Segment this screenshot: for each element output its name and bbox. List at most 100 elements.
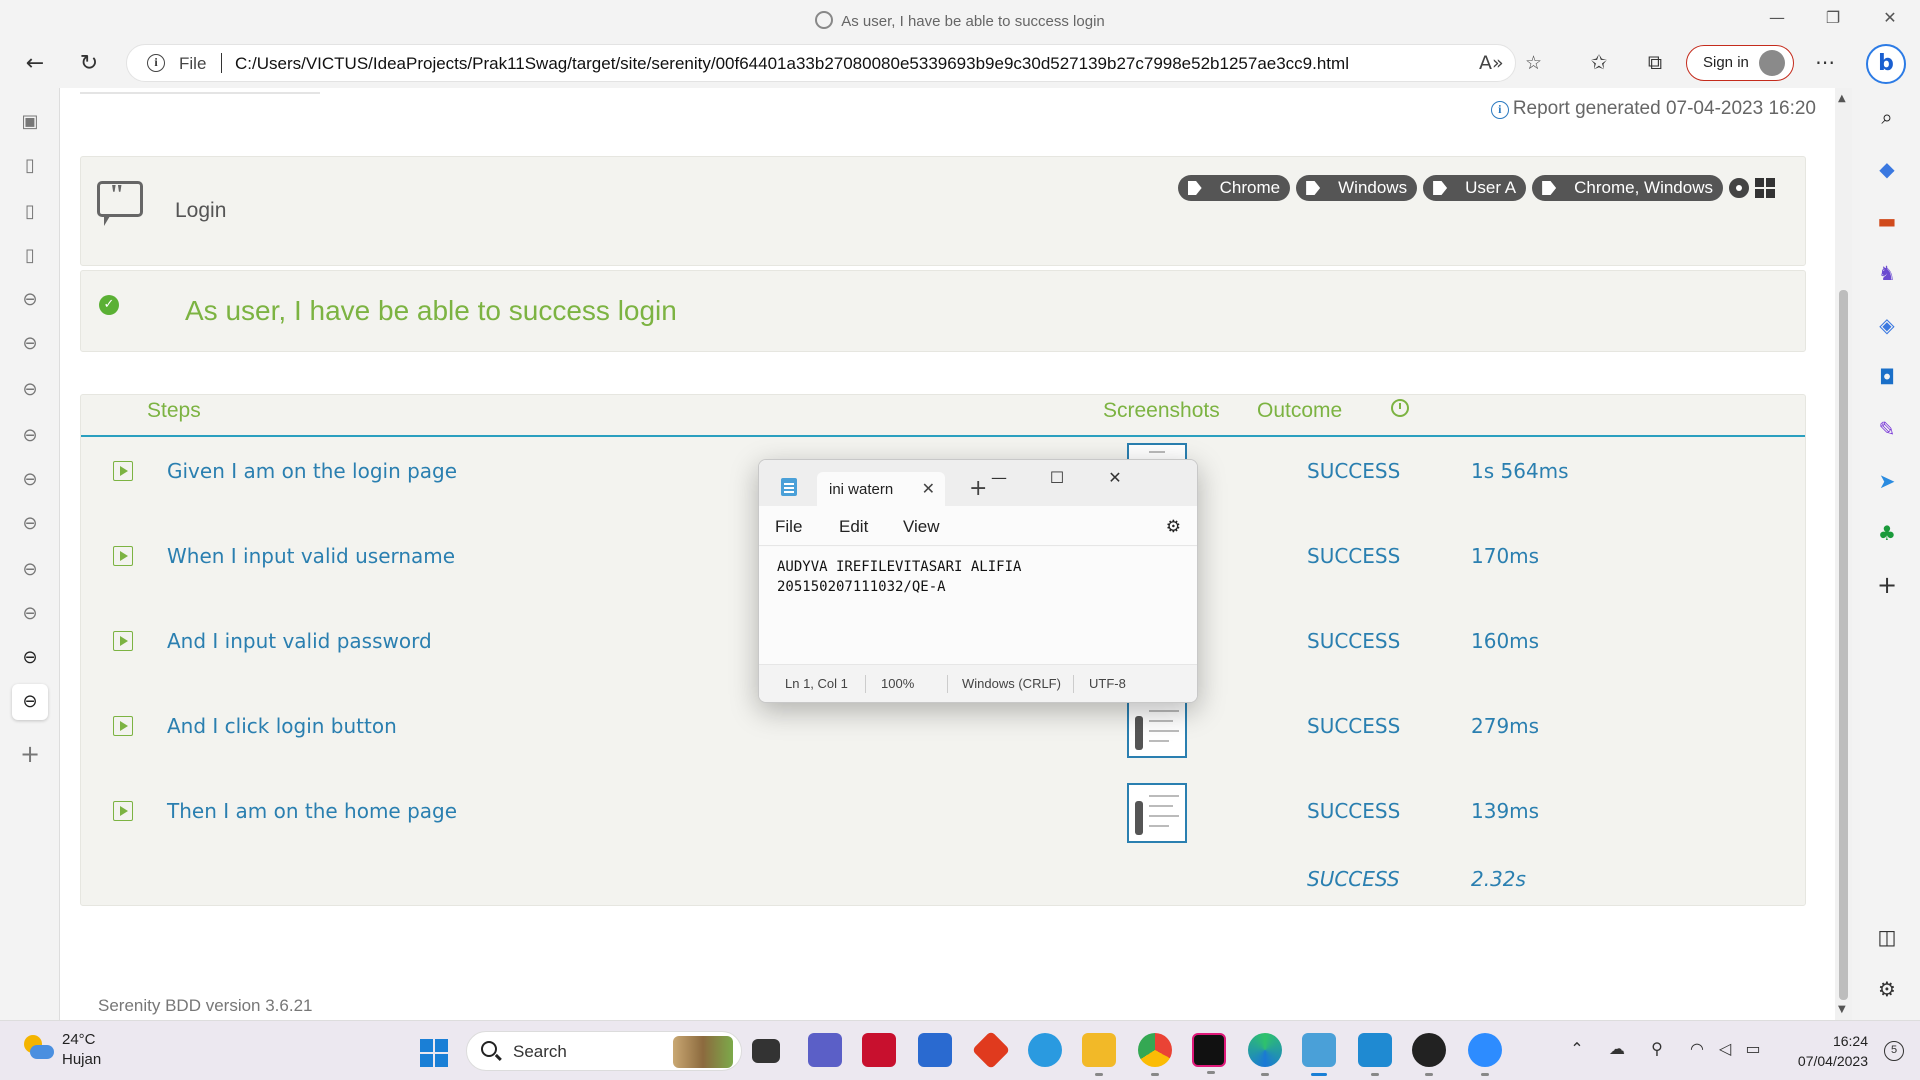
notepad-settings-icon[interactable]: ⚙ [1166,517,1181,537]
send-icon[interactable]: ➤ [1874,468,1900,494]
volume-icon[interactable]: ◁ [1714,1039,1736,1058]
notepad-maximize-button[interactable]: ☐ [1043,468,1071,487]
onedrive-icon[interactable]: ☁ [1606,1039,1628,1058]
read-aloud-icon[interactable]: A» [1479,52,1504,74]
weather-app-icon[interactable] [1028,1033,1062,1067]
edge-taskbar-icon[interactable] [1248,1033,1282,1076]
tab-serenity-icon[interactable]: ⊖ [16,330,44,358]
notification-count[interactable]: 5 [1884,1041,1904,1061]
tab-serenity-icon[interactable]: ⊖ [16,510,44,538]
add-favorite-icon[interactable]: ☆ [1525,52,1542,74]
red-app-icon[interactable] [971,1030,1011,1070]
search-icon[interactable]: ⌕ [1874,104,1900,130]
weather-temperature[interactable]: 24°C [62,1031,96,1048]
battery-icon[interactable]: ▭ [1742,1039,1764,1058]
file-explorer-icon[interactable] [1082,1033,1116,1076]
obs-icon[interactable] [1412,1033,1446,1076]
new-tab-icon[interactable]: + [16,740,44,768]
games-icon[interactable]: ♞ [1874,260,1900,286]
tag-chrome[interactable]: Chrome [1177,175,1291,201]
weather-rain-icon[interactable] [24,1035,54,1065]
taskbar-clock[interactable]: 16:24 07/04/2023 [1798,1031,1868,1071]
tag-windows[interactable]: Windows [1296,175,1418,201]
menu-edit[interactable]: Edit [839,517,868,537]
shopping-tag-icon[interactable]: ◆ [1874,156,1900,182]
tab-serenity-icon[interactable]: ⊖ [16,600,44,628]
scrollbar-thumb[interactable] [1839,290,1848,1000]
sign-in-button[interactable]: Sign in [1686,45,1794,81]
tab-serenity-active-icon[interactable]: ⊖ [12,684,48,720]
menu-view[interactable]: View [903,517,940,537]
microphone-icon[interactable]: ⚲ [1646,1039,1668,1058]
tab-serenity-icon[interactable]: ⊖ [16,286,44,314]
more-menu-icon[interactable]: ⋯ [1810,50,1840,74]
teams-chat-icon[interactable] [808,1033,842,1067]
intellij-idea-icon[interactable] [1192,1033,1226,1074]
bing-copilot-icon[interactable]: b [1866,44,1906,84]
expand-step-icon[interactable] [113,716,133,736]
microsoft-store-icon[interactable] [918,1033,952,1067]
mcafee-icon[interactable] [862,1033,896,1067]
tab-serenity-icon[interactable]: ⊖ [16,376,44,404]
tree-icon[interactable]: ♣ [1874,520,1900,546]
task-view-icon[interactable] [752,1039,780,1063]
taskbar-search[interactable]: Search [466,1031,742,1071]
expand-step-icon[interactable] [113,631,133,651]
tag-chrome-windows[interactable]: Chrome, Windows [1532,175,1723,201]
zoom-icon[interactable] [1468,1033,1502,1076]
outlook-icon[interactable]: ◘ [1874,364,1900,390]
notepad-close-button[interactable]: ✕ [1101,468,1129,487]
tools-briefcase-icon[interactable]: ▬ [1874,208,1900,234]
hide-sidebar-icon[interactable]: ◫ [1874,924,1900,950]
expand-step-icon[interactable] [113,461,133,481]
expand-step-icon[interactable] [113,801,133,821]
collections-icon[interactable]: ⧉ [1640,50,1670,74]
refresh-icon[interactable]: ↻ [74,50,104,80]
notepad-taskbar-icon[interactable] [1302,1033,1336,1076]
step-screenshot-thumbnail[interactable] [1127,698,1187,758]
tab-serenity-icon[interactable]: ⊖ [16,466,44,494]
add-sidebar-app-icon[interactable]: + [1874,572,1900,598]
show-hidden-icons-chevron-icon[interactable]: ⌃ [1566,1039,1588,1058]
close-window-button[interactable]: ✕ [1875,8,1905,27]
expand-step-icon[interactable] [113,546,133,566]
close-tab-icon[interactable]: ✕ [922,479,935,498]
step-screenshot-thumbnail[interactable] [1127,783,1187,843]
scroll-up-icon[interactable]: ▲ [1838,93,1846,104]
tab-page-icon[interactable]: ▯ [16,198,44,226]
notepad-text-area[interactable]: AUDYVA IREFILEVITASARI ALIFIA 2051502071… [759,547,1197,665]
scroll-down-icon[interactable]: ▼ [1838,1004,1846,1015]
designer-icon[interactable]: ✎ [1874,416,1900,442]
tab-serenity-icon[interactable]: ⊖ [16,556,44,584]
menu-file[interactable]: File [775,517,802,537]
tag-user-a[interactable]: User A [1423,175,1527,201]
start-windows-icon[interactable] [420,1039,448,1067]
step-text[interactable]: Given I am on the login page [167,459,457,483]
back-arrow-icon[interactable]: ← [20,50,50,80]
tab-serenity-icon[interactable]: ⊖ [16,644,44,672]
minimize-button[interactable]: — [1762,8,1792,27]
step-text[interactable]: When I input valid username [167,544,455,568]
page-scrollbar[interactable]: ▲ ▼ [1835,88,1852,1020]
restore-button[interactable]: ❐ [1818,8,1848,27]
tab-serenity-icon[interactable]: ⊖ [16,422,44,450]
url-text[interactable]: C:/Users/VICTUS/IdeaProjects/Prak11Swag/… [235,54,1349,74]
site-info-icon[interactable]: i [147,54,165,72]
notepad-minimize-button[interactable]: — [985,468,1013,487]
address-bar[interactable]: i File C:/Users/VICTUS/IdeaProjects/Prak… [126,44,1542,82]
chrome-taskbar-icon[interactable] [1138,1033,1172,1076]
step-text[interactable]: And I click login button [167,714,397,738]
wifi-icon[interactable]: ◠ [1686,1039,1708,1058]
feature-title[interactable]: Login [175,199,226,223]
favorites-icon[interactable]: ✩ [1584,50,1614,74]
microsoft-365-icon[interactable]: ◈ [1874,312,1900,338]
tab-actions-icon[interactable]: ▣ [16,108,44,136]
settings-gear-icon[interactable]: ⚙ [1874,976,1900,1002]
weather-condition[interactable]: Hujan [62,1051,101,1068]
notepad-tab[interactable]: ini watern ✕ [817,472,945,508]
tab-page-icon[interactable]: ▯ [16,152,44,180]
tab-page-icon[interactable]: ▯ [16,242,44,270]
vscode-icon[interactable] [1358,1033,1392,1076]
step-text[interactable]: Then I am on the home page [167,799,457,823]
step-text[interactable]: And I input valid password [167,629,432,653]
